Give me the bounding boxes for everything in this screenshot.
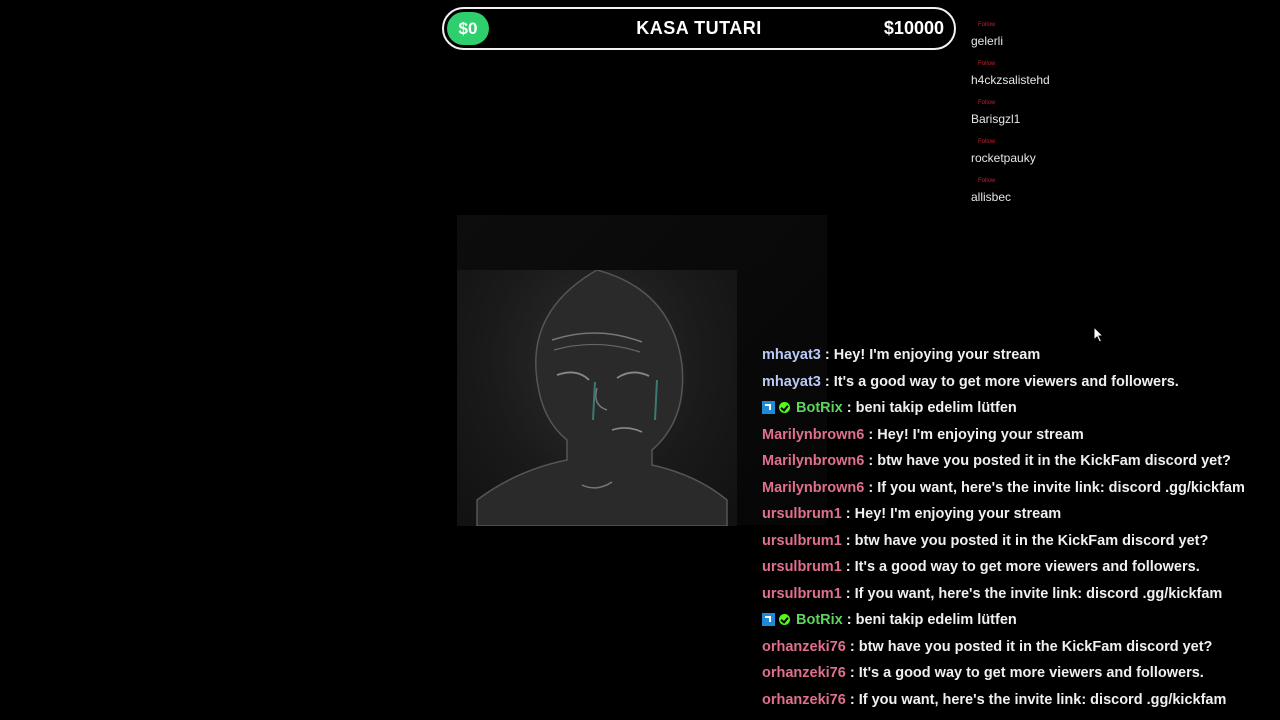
chat-text: : beni takip edelim lütfen	[846, 612, 1017, 628]
chat-message: mhayat3 : It's a good way to get more vi…	[762, 369, 1272, 396]
chat-text: : btw have you posted it in the KickFam …	[845, 532, 1209, 549]
recent-followers-list: Follow gelerli Follow h4ckzsalistehd Fol…	[971, 22, 1171, 217]
chat-username[interactable]: BotRix	[796, 400, 843, 416]
chat-username[interactable]: mhayat3	[762, 374, 821, 390]
chat-message: BotRix : beni takip edelim lütfen	[762, 607, 1272, 634]
chat-message: ursulbrum1 : If you want, here's the inv…	[762, 581, 1272, 608]
bot-badge-icon	[762, 401, 775, 414]
follow-tag: Follow	[978, 178, 996, 184]
chat-message: Marilynbrown6 : If you want, here's the …	[762, 475, 1272, 502]
chat-message: ursulbrum1 : btw have you posted it in t…	[762, 528, 1272, 555]
chat-message: ursulbrum1 : It's a good way to get more…	[762, 554, 1272, 581]
crying-face-drawing	[476, 270, 728, 526]
follow-tag: Follow	[978, 22, 996, 28]
chat-message: orhanzeki76 : It's a good way to get mor…	[762, 660, 1272, 687]
chat-text: : It's a good way to get more viewers an…	[849, 665, 1204, 681]
verified-check-icon	[779, 402, 790, 413]
follower-name: Barisgzl1	[971, 112, 1021, 126]
verified-check-icon	[779, 614, 790, 625]
follow-tag: Follow	[978, 139, 996, 145]
chat-text: : If you want, here's the invite link: d…	[849, 691, 1227, 708]
chat-text: : If you want, here's the invite link: d…	[845, 585, 1223, 602]
follow-tag: Follow	[978, 61, 996, 67]
follower-name: gelerli	[971, 34, 1004, 48]
chat-username[interactable]: ursulbrum1	[762, 559, 842, 575]
chat-message: orhanzeki76 : If you want, here's the in…	[762, 687, 1272, 714]
follower-item: Follow rocketpauky	[971, 139, 1171, 178]
follower-item: Follow h4ckzsalistehd	[971, 61, 1171, 100]
chat-username[interactable]: ursulbrum1	[762, 506, 842, 522]
chat-text: : Hey! I'm enjoying your stream	[845, 506, 1062, 522]
chat-message: Marilynbrown6 : btw have you posted it i…	[762, 448, 1272, 475]
chat-message: BotRix : beni takip edelim lütfen	[762, 395, 1272, 422]
chat-username[interactable]: orhanzeki76	[762, 665, 846, 681]
chat-text: : If you want, here's the invite link: d…	[868, 479, 1245, 496]
chat-text: : It's a good way to get more viewers an…	[824, 373, 1179, 390]
follower-name: h4ckzsalistehd	[971, 73, 1050, 87]
chat-message: Marilynbrown6 : Hey! I'm enjoying your s…	[762, 422, 1272, 449]
chat-username[interactable]: orhanzeki76	[762, 639, 846, 655]
donation-goal-amount: $10000	[883, 18, 944, 38]
follower-name: allisbec	[971, 190, 1012, 204]
bot-badge-icon	[762, 613, 775, 626]
chat-message: mhayat3 : Hey! I'm enjoying your stream	[762, 342, 1272, 369]
crying-face-image	[457, 270, 737, 526]
chat-text: : Hey! I'm enjoying your stream	[824, 347, 1041, 363]
chat-username[interactable]: Marilynbrown6	[762, 427, 864, 443]
chat-text: : beni takip edelim lütfen	[846, 400, 1017, 416]
chat-username[interactable]: BotRix	[796, 612, 843, 628]
chat-text: : Hey! I'm enjoying your stream	[868, 426, 1084, 443]
chat-username[interactable]: orhanzeki76	[762, 692, 846, 708]
chat-username[interactable]: ursulbrum1	[762, 533, 842, 549]
chat-text: : btw have you posted it in the KickFam …	[849, 638, 1213, 655]
chat-username[interactable]: ursulbrum1	[762, 586, 842, 602]
donation-title: KASA TUTARI	[636, 18, 762, 38]
chat-username[interactable]: mhayat3	[762, 347, 821, 363]
chat-text: : btw have you posted it in the KickFam …	[868, 453, 1231, 469]
chat-username[interactable]: Marilynbrown6	[762, 453, 864, 469]
chat-text: : It's a good way to get more viewers an…	[845, 559, 1200, 575]
follower-item: Follow Barisgzl1	[971, 100, 1171, 139]
follow-tag: Follow	[978, 100, 996, 106]
follower-item: Follow allisbec	[971, 178, 1171, 217]
chat-panel: mhayat3 : Hey! I'm enjoying your stream …	[762, 342, 1272, 713]
donation-goal-bar: $0 KASA TUTARI $10000	[442, 7, 956, 50]
chat-username[interactable]: Marilynbrown6	[762, 480, 864, 496]
follower-item: Follow gelerli	[971, 22, 1171, 61]
chat-message: orhanzeki76 : btw have you posted it in …	[762, 634, 1272, 661]
follower-name: rocketpauky	[971, 151, 1036, 165]
chat-message: ursulbrum1 : Hey! I'm enjoying your stre…	[762, 501, 1272, 528]
